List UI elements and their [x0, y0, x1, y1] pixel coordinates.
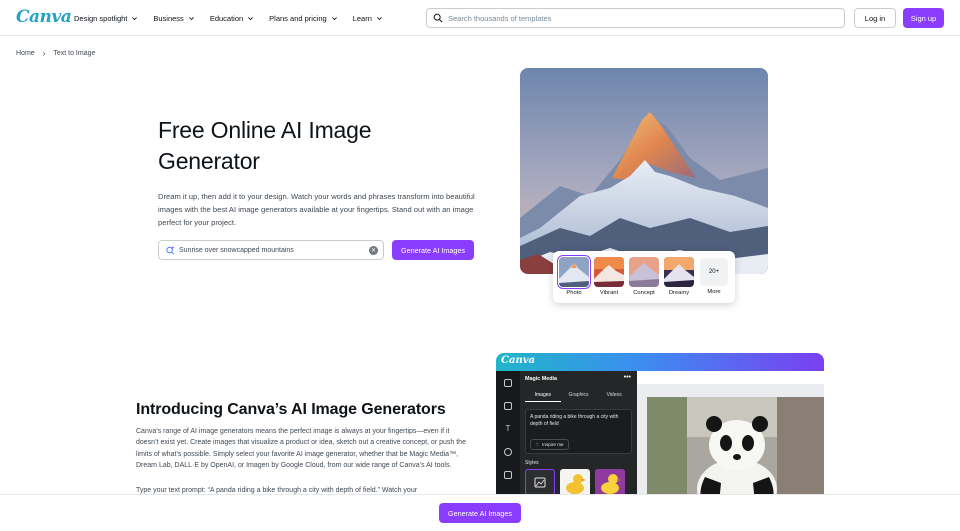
breadcrumb-home[interactable]: Home	[16, 50, 35, 57]
style-option-concept[interactable]: Concept	[629, 257, 659, 296]
breadcrumb: Home › Text to Image	[16, 49, 95, 58]
mountain-illustration	[520, 68, 768, 274]
apps-icon	[504, 471, 512, 479]
brand-icon	[504, 448, 512, 456]
style-label: Photo	[566, 290, 582, 296]
chevron-down-icon	[377, 16, 382, 20]
generate-ai-images-button[interactable]: Generate AI Images	[392, 240, 474, 260]
magic-media-panel: Magic Media ••• Images Graphics Videos A…	[520, 371, 637, 503]
style-duck-thumb[interactable]	[560, 469, 590, 497]
editor-canvas-toolbar	[637, 371, 824, 384]
editor-side-rail: T	[496, 371, 520, 503]
text-icon: T	[505, 424, 511, 433]
menu-design-spotlight[interactable]: Design spotlight	[74, 14, 138, 23]
main-menu: Design spotlight Business Education Plan…	[74, 0, 398, 36]
chevron-down-icon	[331, 16, 337, 20]
style-option-more[interactable]: 20+ More	[699, 257, 729, 295]
canva-logo[interactable]: Canva	[16, 7, 72, 27]
style-label: Vibrant	[599, 290, 619, 296]
search-input[interactable]	[448, 13, 828, 23]
prompt-value: Sunrise over snowcapped mountains	[179, 246, 294, 254]
panel-tabs: Images Graphics Videos	[525, 392, 632, 402]
signup-button[interactable]: Sign up	[903, 8, 944, 28]
login-button[interactable]: Log in	[854, 8, 896, 28]
design-icon	[504, 379, 512, 387]
template-search	[426, 8, 845, 28]
top-navigation: Canva Design spotlight Business Educatio…	[0, 0, 960, 36]
menu-label: Design spotlight	[74, 13, 128, 23]
chevron-right-icon: ›	[42, 49, 46, 58]
tab-videos[interactable]: Videos	[596, 392, 632, 402]
section-title: Introducing Canva’s AI Image Generators	[136, 401, 446, 418]
editor-preview: Canva T Magic Media ••• Images Graphics …	[496, 353, 824, 503]
tab-graphics[interactable]: Graphics	[561, 392, 597, 402]
chevron-down-icon	[248, 16, 254, 20]
style-label: Concept	[633, 290, 655, 296]
menu-business[interactable]: Business	[153, 14, 194, 23]
panel-title: Magic Media	[525, 376, 558, 382]
menu-label: Business	[153, 13, 184, 23]
style-label: More	[707, 289, 721, 295]
panda-image	[647, 397, 824, 503]
menu-learn[interactable]: Learn	[353, 14, 383, 23]
sparkle-icon	[166, 245, 175, 255]
style-thumbnail	[664, 257, 694, 287]
menu-label: Learn	[352, 13, 372, 23]
style-option-photo[interactable]: Photo	[557, 255, 591, 296]
style-label: Dreamy	[668, 290, 690, 296]
prompt-input[interactable]: Sunrise over snowcapped mountains ✕	[158, 240, 384, 260]
style-option-dreamy[interactable]: Dreamy	[664, 257, 694, 296]
inspire-me-label: Inspire me	[542, 442, 564, 447]
more-options-icon[interactable]: •••	[624, 374, 631, 381]
hero-description: Dream it up, then add it to your design.…	[158, 192, 475, 227]
tab-images[interactable]: Images	[525, 392, 561, 402]
style-option-vibrant[interactable]: Vibrant	[594, 257, 624, 296]
style-duck-vibrant-thumb[interactable]	[595, 469, 625, 497]
menu-plans-and-pricing[interactable]: Plans and pricing	[269, 14, 338, 23]
panel-prompt-text: A panda riding a bike through a city wit…	[530, 414, 619, 427]
menu-education[interactable]: Education	[210, 14, 254, 23]
sticky-generate-button[interactable]: Generate AI Images	[439, 503, 521, 523]
menu-label: Education	[209, 13, 244, 23]
more-styles-badge: 20+	[700, 258, 728, 286]
section-paragraph: Canva’s range of AI image generators mea…	[136, 428, 466, 470]
search-icon	[433, 13, 443, 23]
hero-mountain-image	[520, 68, 768, 274]
elements-icon	[504, 402, 512, 410]
editor-logo: Canva	[501, 355, 535, 366]
styles-label: Styles	[525, 460, 539, 466]
breadcrumb-current: Text to Image	[53, 50, 96, 57]
clear-icon[interactable]: ✕	[369, 246, 378, 255]
chevron-down-icon	[188, 16, 194, 20]
inspire-me-button[interactable]: ♢ Inspire me	[530, 439, 569, 450]
menu-label: Plans and pricing	[269, 13, 327, 23]
style-picker: Photo Vibrant Concept Dreamy 20+ More	[553, 251, 735, 303]
page-title: Free Online AI Image Generator	[158, 117, 372, 174]
lightbulb-icon: ♢	[535, 441, 540, 447]
panel-prompt-field[interactable]: A panda riding a bike through a city wit…	[525, 409, 632, 454]
panda-image-canvas	[647, 397, 824, 503]
style-thumbnail	[629, 257, 659, 287]
style-none-thumb[interactable]	[525, 469, 555, 497]
style-thumbnail	[557, 255, 591, 289]
editor-topbar: Canva	[496, 353, 824, 371]
chevron-down-icon	[132, 16, 138, 20]
style-thumbnail	[594, 257, 624, 287]
